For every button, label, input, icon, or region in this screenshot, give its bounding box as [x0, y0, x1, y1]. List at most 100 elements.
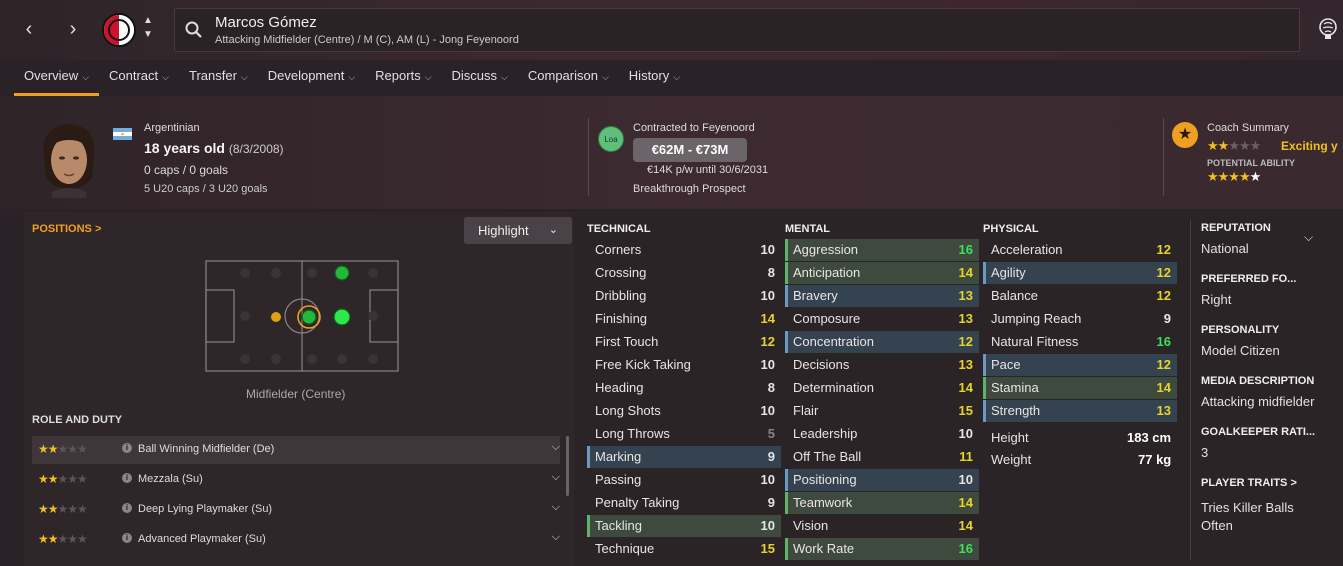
attribute-row[interactable]: Natural Fitness 16 — [983, 331, 1177, 353]
attribute-row[interactable]: Tackling 10 — [587, 515, 781, 537]
attribute-row[interactable]: Jumping Reach 9 — [983, 308, 1177, 330]
attribute-name: Bravery — [793, 288, 838, 303]
attribute-row[interactable]: Vision 14 — [785, 515, 979, 537]
chevron-down-icon[interactable]: ⌵ — [552, 441, 560, 454]
tab-discuss[interactable]: Discuss ⌵ — [442, 60, 518, 96]
attribute-name: Heading — [595, 380, 644, 395]
loan-status-badge[interactable]: Loa — [598, 126, 624, 152]
attribute-row[interactable]: Strength 13 — [983, 400, 1177, 422]
attribute-row[interactable]: First Touch 12 — [587, 331, 781, 353]
role-row[interactable]: ★★★★★ i Mezzala (Su) ⌵ — [32, 466, 560, 494]
attribute-row[interactable]: Acceleration 12 — [983, 239, 1177, 261]
info-icon[interactable]: i — [122, 473, 132, 483]
attribute-name: Long Throws — [595, 426, 670, 441]
tab-transfer[interactable]: Transfer ⌵ — [179, 60, 258, 96]
attribute-row[interactable]: Leadership 10 — [785, 423, 979, 445]
attribute-value: 10 — [958, 426, 973, 441]
international-caps: 0 caps / 0 goals — [144, 163, 229, 177]
attribute-row[interactable]: Crossing 8 — [587, 262, 781, 284]
attribute-name: Vision — [793, 518, 829, 533]
tab-development[interactable]: Development ⌵ — [258, 60, 365, 96]
attribute-row[interactable]: Dribbling 10 — [587, 285, 781, 307]
player-face — [43, 124, 95, 198]
role-row[interactable]: ★★★★★ i Deep Lying Playmaker (Su) ⌵ — [32, 496, 560, 524]
attribute-row[interactable]: Determination 14 — [785, 377, 979, 399]
attribute-row[interactable]: Off The Ball 11 — [785, 446, 979, 468]
attribute-row[interactable]: Penalty Taking 9 — [587, 492, 781, 514]
attribute-row[interactable]: Heading 8 — [587, 377, 781, 399]
attribute-name: Jumping Reach — [991, 311, 1082, 326]
club-badge-icon[interactable] — [102, 13, 136, 47]
tab-comparison[interactable]: Comparison ⌵ — [518, 60, 619, 96]
attribute-name: Balance — [991, 288, 1038, 303]
attribute-row[interactable]: Work Rate 16 — [785, 538, 979, 560]
chevron-down-icon[interactable]: ⌵ — [552, 531, 560, 544]
attribute-row[interactable]: Decisions 13 — [785, 354, 979, 376]
highlight-dropdown[interactable]: Highlight ⌄ — [464, 217, 572, 244]
wage-info: €14K p/w until 30/6/2031 — [647, 164, 769, 176]
player-traits-link[interactable]: PLAYER TRAITS > — [1201, 477, 1297, 489]
role-row[interactable]: ★★★★★ i Ball Winning Midfielder (De) ⌵ — [32, 436, 560, 464]
attribute-row[interactable]: Marking 9 — [587, 446, 781, 468]
attribute-name: Off The Ball — [793, 449, 862, 464]
chevron-down-icon[interactable]: ⌵ — [552, 501, 560, 514]
role-duty-title: ROLE AND DUTY — [32, 414, 123, 426]
attribute-value: 12 — [1156, 288, 1171, 303]
attribute-row[interactable]: Passing 10 — [587, 469, 781, 491]
personality-value: Model Citizen — [1201, 343, 1280, 358]
tab-contract[interactable]: Contract ⌵ — [99, 60, 179, 96]
attribute-row[interactable]: Positioning 10 — [785, 469, 979, 491]
coach-summary-title[interactable]: Coach Summary — [1207, 122, 1289, 134]
tab-reports[interactable]: Reports ⌵ — [365, 60, 441, 96]
chevron-down-icon: ⌄ — [548, 224, 558, 236]
roles-scrollbar[interactable] — [566, 436, 569, 496]
attribute-row[interactable]: Pace 12 — [983, 354, 1177, 376]
attribute-row[interactable]: Teamwork 14 — [785, 492, 979, 514]
attribute-row[interactable]: Long Throws 5 — [587, 423, 781, 445]
tab-history[interactable]: History ⌵ — [619, 60, 690, 96]
coach-summary-text: Exciting y — [1281, 139, 1338, 153]
u20-caps: 5 U20 caps / 3 U20 goals — [144, 183, 268, 195]
positions-link[interactable]: POSITIONS > — [32, 223, 101, 235]
role-row[interactable]: ★★★★★ i Advanced Playmaker (Su) ⌵ — [32, 526, 560, 554]
attribute-value: 16 — [958, 242, 973, 257]
attribute-row[interactable]: Composure 13 — [785, 308, 979, 330]
attribute-name: Crossing — [595, 265, 647, 280]
attribute-row[interactable]: Agility 12 — [983, 262, 1177, 284]
attribute-row[interactable]: Flair 15 — [785, 400, 979, 422]
chevron-down-icon[interactable]: ⌵ — [1304, 230, 1313, 245]
attribute-row[interactable]: Long Shots 10 — [587, 400, 781, 422]
attribute-row[interactable]: Free Kick Taking 10 — [587, 354, 781, 376]
player-description: Attacking Midfielder (Centre) / M (C), A… — [215, 34, 519, 46]
search-icon — [185, 21, 202, 38]
weight-label: Weight — [991, 452, 1032, 467]
reputation-value: National — [1201, 241, 1249, 256]
attribute-row[interactable]: Technique 15 — [587, 538, 781, 560]
player-search-box[interactable]: Marcos Gómez Attacking Midfielder (Centr… — [174, 8, 1300, 52]
info-icon[interactable]: i — [122, 503, 132, 513]
back-arrow-icon[interactable]: ‹ — [16, 14, 42, 44]
forward-arrow-icon[interactable]: › — [60, 14, 86, 44]
attribute-row[interactable]: Corners 10 — [587, 239, 781, 261]
attribute-row[interactable]: Finishing 14 — [587, 308, 781, 330]
attribute-name: Passing — [595, 472, 642, 487]
switch-player-icon[interactable]: ▲ ▼ — [142, 14, 154, 42]
attribute-row[interactable]: Anticipation 14 — [785, 262, 979, 284]
attribute-name: Concentration — [793, 334, 874, 349]
info-icon[interactable]: i — [122, 443, 132, 453]
attribute-name: Strength — [991, 403, 1041, 418]
attribute-row[interactable]: Stamina 14 — [983, 377, 1177, 399]
attribute-row[interactable]: Balance 12 — [983, 285, 1177, 307]
attribute-row[interactable]: Aggression 16 — [785, 239, 979, 261]
info-icon[interactable]: i — [122, 533, 132, 543]
attribute-name: Determination — [793, 380, 874, 395]
attribute-row[interactable]: Bravery 13 — [785, 285, 979, 307]
attribute-name: Composure — [793, 311, 861, 326]
brain-icon[interactable] — [1318, 18, 1338, 40]
attribute-row[interactable]: Concentration 12 — [785, 331, 979, 353]
chevron-down-icon[interactable]: ⌵ — [552, 471, 560, 484]
tab-overview[interactable]: Overview ⌵ — [14, 60, 100, 96]
height-label: Height — [991, 430, 1029, 445]
contract-club[interactable]: Contracted to Feyenoord — [633, 122, 755, 134]
attribute-name: Tackling — [595, 518, 642, 533]
